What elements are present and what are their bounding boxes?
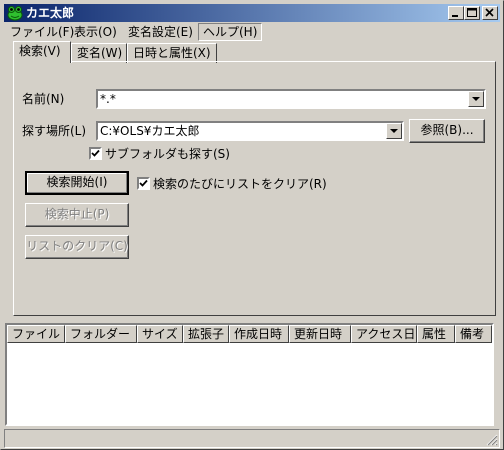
menu-bar: ファイル(F) 表示(O) 変名設定(E) ヘルプ(H) [4,23,500,41]
start-search-button[interactable]: 検索開始(I) [25,171,129,195]
column-header-created[interactable]: 作成日時 [229,325,289,343]
column-header-notes[interactable]: 備考 [455,325,492,343]
clear-list-button[interactable]: リストのクリア(C) [25,235,129,259]
tab-rename[interactable]: 変名(W) [71,43,127,63]
column-header-file[interactable]: ファイル [7,325,65,343]
column-header-size[interactable]: サイズ [137,325,183,343]
close-button[interactable] [482,6,498,20]
maximize-button[interactable] [464,6,480,20]
tab-search[interactable]: 検索(V) [13,41,71,63]
clear-each-label[interactable]: 検索のたびにリストをクリア(R) [153,176,327,192]
checkmark-icon [139,179,148,187]
minimize-icon [452,15,458,17]
chevron-down-icon [390,129,398,133]
clear-each-checkbox[interactable] [137,177,150,190]
main-window: カエ太郎 ファイル(F) 表示(O) 変名設定(E) ヘルプ(H) 検索(V) … [0,0,504,450]
close-icon [485,8,494,17]
name-label: 名前(N) [22,92,65,106]
tab-datetime-attributes[interactable]: 日時と属性(X) [127,43,217,63]
subfolder-checkbox[interactable] [89,147,102,160]
minimize-button[interactable] [448,6,464,20]
column-header-attributes[interactable]: 属性 [417,325,455,343]
location-dropdown-button[interactable] [386,123,402,139]
menu-view[interactable]: 表示(O) [70,23,121,41]
checkmark-icon [91,149,100,157]
name-combo[interactable]: *.* [96,89,486,109]
location-label: 探す場所(L) [22,124,87,138]
results-list[interactable]: ファイル フォルダー サイズ 拡張子 作成日時 更新日時 アクセス日 属性 備考 [5,323,494,426]
chevron-down-icon [472,97,480,101]
column-header-folder[interactable]: フォルダー [65,325,137,343]
resize-grip-icon[interactable] [485,433,498,446]
window-title: カエ太郎 [26,6,75,20]
maximize-icon [467,8,477,17]
frog-icon [7,6,23,21]
subfolder-label[interactable]: サブフォルダも探す(S) [105,146,230,162]
name-value: *.* [100,92,116,106]
menu-help[interactable]: ヘルプ(H) [198,23,263,41]
name-dropdown-button[interactable] [468,91,484,107]
location-combo[interactable]: C:¥OLS¥カエ太郎 [96,121,404,141]
title-bar[interactable]: カエ太郎 [4,4,500,22]
location-value: C:¥OLS¥カエ太郎 [100,124,200,138]
menu-rename-settings[interactable]: 変名設定(E) [124,23,197,41]
column-header-extension[interactable]: 拡張子 [183,325,229,343]
status-bar [4,429,500,448]
column-header-modified[interactable]: 更新日時 [289,325,351,343]
browse-button[interactable]: 参照(B)... [409,119,485,143]
menu-file[interactable]: ファイル(F) [6,23,78,41]
stop-search-button[interactable]: 検索中止(P) [25,203,129,227]
column-header-accessed[interactable]: アクセス日 [351,325,417,343]
